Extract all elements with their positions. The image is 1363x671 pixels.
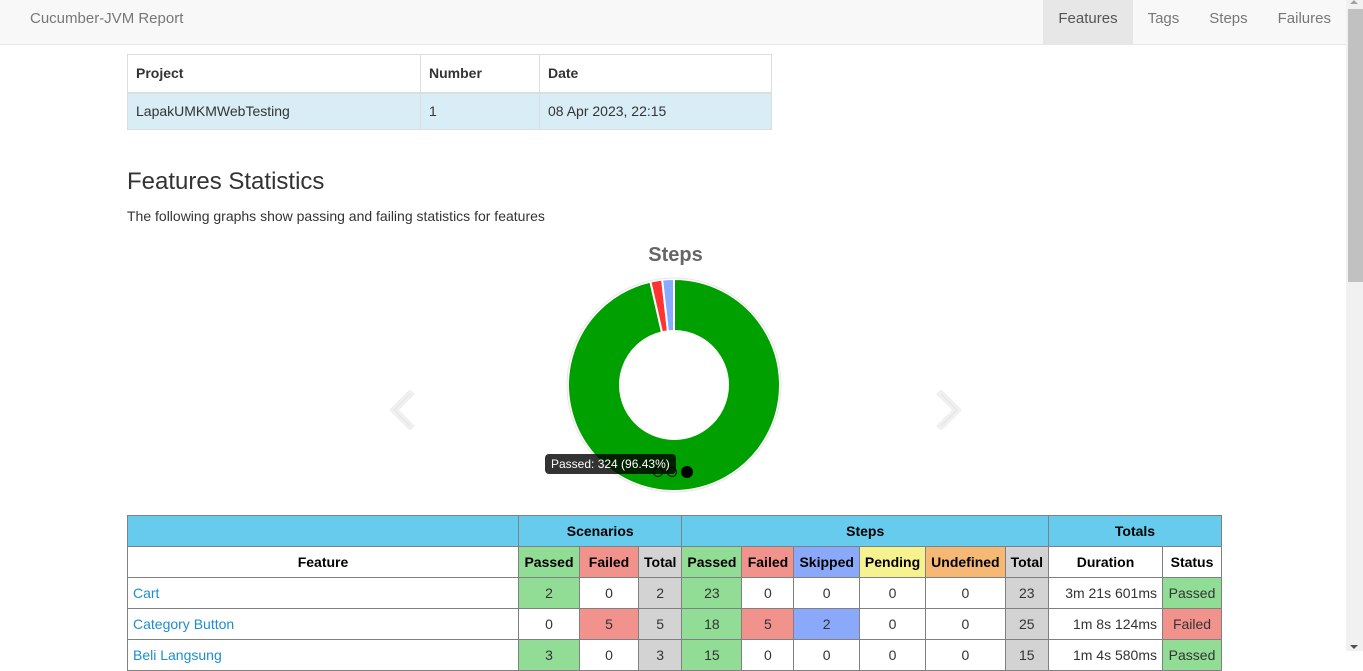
header-project: Project <box>127 54 421 94</box>
col-steps-failed[interactable]: Failed <box>741 546 795 578</box>
carousel-next-button[interactable] <box>933 389 963 431</box>
col-steps-pending[interactable]: Pending <box>858 546 927 578</box>
nav-tags[interactable]: Tags <box>1133 0 1195 44</box>
col-steps-skipped[interactable]: Skipped <box>793 546 860 578</box>
section-title: Features Statistics <box>127 168 325 195</box>
col-scenarios-passed[interactable]: Passed <box>518 546 580 578</box>
steps-undefined-cell: 0 <box>925 608 1006 640</box>
col-duration[interactable]: Duration <box>1048 546 1164 578</box>
table-row: Cart 2 0 2 23 0 0 0 0 23 3m 21s 601ms Pa… <box>127 577 1222 609</box>
scenarios-failed-cell: 0 <box>579 577 639 609</box>
carousel-indicator-3[interactable] <box>681 466 693 478</box>
status-cell: Passed <box>1162 577 1222 609</box>
scenarios-passed-cell: 0 <box>518 608 580 640</box>
steps-passed-cell: 15 <box>681 639 743 671</box>
table-row: Category Button 0 5 5 18 5 2 0 0 25 1m 8… <box>127 608 1222 640</box>
group-header-scenarios: Scenarios <box>517 515 683 547</box>
col-scenarios-failed[interactable]: Failed <box>579 546 639 578</box>
chart-tooltip: Passed: 324 (96.43%) <box>545 454 676 474</box>
steps-failed-cell: 0 <box>741 577 795 609</box>
vertical-scrollbar[interactable] <box>1346 0 1363 651</box>
scenarios-total-cell: 2 <box>637 577 683 609</box>
build-number: 1 <box>420 92 540 130</box>
duration-cell: 3m 21s 601ms <box>1048 577 1164 609</box>
feature-cell: Beli Langsung <box>127 639 519 671</box>
nav-features[interactable]: Features <box>1043 0 1133 44</box>
header-date: Date <box>539 54 772 94</box>
scenarios-passed-cell: 2 <box>518 577 580 609</box>
feature-link[interactable]: Beli Langsung <box>133 647 222 663</box>
steps-skipped-cell: 0 <box>793 577 860 609</box>
steps-undefined-cell: 0 <box>925 639 1006 671</box>
section-description: The following graphs show passing and fa… <box>127 208 545 224</box>
brand-link[interactable]: Cucumber-JVM Report <box>30 0 183 38</box>
col-steps-passed[interactable]: Passed <box>681 546 743 578</box>
col-status[interactable]: Status <box>1162 546 1222 578</box>
scenarios-total-cell: 5 <box>637 608 683 640</box>
scroll-down-arrow-icon[interactable] <box>1350 645 1358 649</box>
steps-failed-cell: 0 <box>741 639 795 671</box>
header-number: Number <box>420 54 540 94</box>
scenarios-failed-cell: 0 <box>579 639 639 671</box>
build-info-row: LapakUMKMWebTesting 1 08 Apr 2023, 22:15 <box>127 92 772 130</box>
scenarios-failed-cell: 5 <box>579 608 639 640</box>
status-cell: Passed <box>1162 639 1222 671</box>
scroll-up-arrow-icon[interactable] <box>1350 0 1358 4</box>
steps-passed-cell: 18 <box>681 608 743 640</box>
scenarios-total-cell: 3 <box>637 639 683 671</box>
feature-cell: Cart <box>127 577 519 609</box>
scrollbar-thumb[interactable] <box>1348 9 1363 282</box>
chevron-left-icon <box>389 389 415 431</box>
duration-cell: 1m 4s 580ms <box>1048 639 1164 671</box>
steps-skipped-cell: 0 <box>793 639 860 671</box>
feature-stats-table: Scenarios Steps Totals Feature Passed Fa… <box>127 515 1222 671</box>
build-date: 08 Apr 2023, 22:15 <box>539 92 772 130</box>
table-row: Beli Langsung 3 0 3 15 0 0 0 0 15 1m 4s … <box>127 639 1222 671</box>
group-header-blank <box>127 515 519 547</box>
feature-cell: Category Button <box>127 608 519 640</box>
col-steps-total[interactable]: Total <box>1004 546 1050 578</box>
steps-total-cell: 15 <box>1004 639 1050 671</box>
project-name: LapakUMKMWebTesting <box>127 92 421 130</box>
nav-failures[interactable]: Failures <box>1263 0 1346 44</box>
main-nav: Features Tags Steps Failures <box>1043 0 1346 44</box>
col-scenarios-total[interactable]: Total <box>637 546 683 578</box>
steps-pending-cell: 0 <box>858 639 927 671</box>
duration-cell: 1m 8s 124ms <box>1048 608 1164 640</box>
group-header-steps: Steps <box>681 515 1050 547</box>
steps-pending-cell: 0 <box>858 608 927 640</box>
status-cell: Failed <box>1162 608 1222 640</box>
steps-chart-carousel: Steps Passed: 324 (96.43%) <box>388 238 963 498</box>
steps-passed-cell: 23 <box>681 577 743 609</box>
chevron-right-icon <box>936 389 962 431</box>
steps-pending-cell: 0 <box>858 577 927 609</box>
steps-total-cell: 23 <box>1004 577 1050 609</box>
col-steps-undefined[interactable]: Undefined <box>925 546 1006 578</box>
steps-undefined-cell: 0 <box>925 577 1006 609</box>
carousel-prev-button[interactable] <box>388 389 418 431</box>
feature-link[interactable]: Category Button <box>133 616 234 632</box>
scenarios-passed-cell: 3 <box>518 639 580 671</box>
steps-failed-cell: 5 <box>741 608 795 640</box>
steps-total-cell: 25 <box>1004 608 1050 640</box>
steps-skipped-cell: 2 <box>793 608 860 640</box>
nav-steps[interactable]: Steps <box>1194 0 1262 44</box>
feature-link[interactable]: Cart <box>133 585 159 601</box>
group-header-totals: Totals <box>1048 515 1222 547</box>
col-feature[interactable]: Feature <box>127 546 519 578</box>
build-info-table: Project Number Date LapakUMKMWebTesting … <box>127 54 772 130</box>
top-navbar: Cucumber-JVM Report Features Tags Steps … <box>0 0 1346 45</box>
